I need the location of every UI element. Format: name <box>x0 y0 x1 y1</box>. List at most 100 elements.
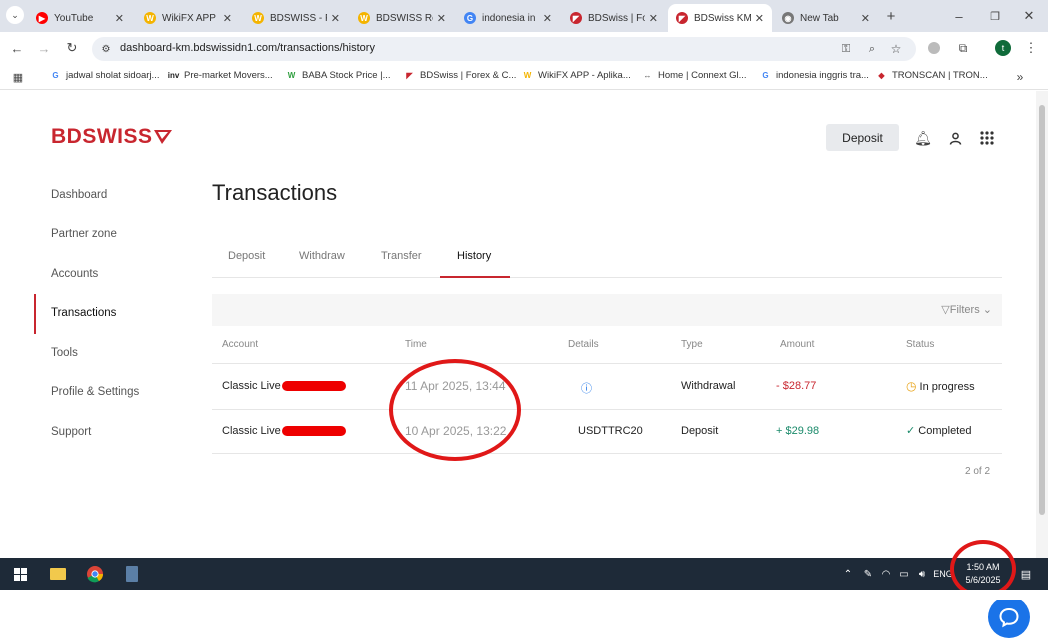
restore-icon[interactable]: ❐ <box>986 7 1004 25</box>
close-tab-icon[interactable]: ✕ <box>755 12 764 25</box>
browser-tab[interactable]: ◤ BDSwiss KM ✕ <box>668 4 772 32</box>
forward-icon[interactable]: → <box>35 39 53 57</box>
nav-tools[interactable]: Tools <box>51 347 78 359</box>
pen-icon[interactable]: ✎ <box>858 564 878 584</box>
new-tab-icon[interactable]: + <box>882 7 900 25</box>
wifi-icon[interactable]: ◠ <box>876 564 896 584</box>
password-key-icon[interactable]: ⚿ <box>838 41 854 57</box>
nav-accounts[interactable]: Accounts <box>51 268 98 280</box>
user-profile-icon[interactable] <box>946 129 964 147</box>
browser-tab[interactable]: ◉ New Tab ✕ <box>774 4 878 32</box>
nav-support[interactable]: Support <box>51 426 91 438</box>
check-icon: ✓ <box>906 425 916 437</box>
browser-tab[interactable]: ▶ YouTube ✕ <box>28 4 132 32</box>
bookmark-label: Pre-market Movers... <box>184 70 273 81</box>
battery-icon[interactable]: ▭ <box>894 564 914 584</box>
windows-start-icon[interactable] <box>10 564 30 584</box>
nav-transactions[interactable]: Transactions <box>51 307 116 319</box>
tab-deposit[interactable]: Deposit <box>228 250 265 262</box>
bookmark-label: BABA Stock Price |... <box>302 70 391 81</box>
bdswiss-logo[interactable]: BDSWISS <box>51 125 172 149</box>
browser-tab-strip: ⌄ ▶ YouTube ✕ W WikiFX APP ✕ W BDSWISS - P ✕ W BDS… <box>0 0 1048 32</box>
nav-profile-settings[interactable]: Profile & Settings <box>51 386 139 398</box>
browser-tab[interactable]: W BDSWISS - P ✕ <box>244 4 348 32</box>
reload-icon[interactable]: ↻ <box>63 39 81 57</box>
tab-search-icon[interactable]: ⌄ <box>6 6 24 24</box>
omnibox[interactable]: ⚙ dashboard-km.bdswissidn1.com/transacti… <box>92 37 916 61</box>
close-tab-icon[interactable]: ✕ <box>115 12 124 25</box>
close-tab-icon[interactable]: ✕ <box>223 12 232 25</box>
bookmark-favicon-icon: inv <box>167 71 180 80</box>
close-tab-icon[interactable]: ✕ <box>331 12 340 25</box>
info-icon[interactable]: ⓘ <box>581 380 592 396</box>
browser-tab[interactable]: W WikiFX APP ✕ <box>136 4 240 32</box>
close-window-icon[interactable]: ✕ <box>1020 7 1038 25</box>
bookmark-item[interactable]: W WikiFX APP - Aplika... <box>522 70 631 81</box>
filters-button[interactable]: ▽Filters ⌄ <box>941 303 992 316</box>
row-details: USDTTRC20 <box>578 425 643 437</box>
tab-favicon-icon: ▶ <box>36 12 48 24</box>
bookmark-item[interactable]: ↔ Home | Connext Gl... <box>642 70 747 81</box>
tab-favicon-icon: ◤ <box>676 12 688 24</box>
volume-icon[interactable]: 🔊︎ <box>912 564 932 584</box>
browser-tab[interactable]: ◤ BDSwiss | Fo ✕ <box>562 4 666 32</box>
back-icon[interactable]: ← <box>8 39 26 57</box>
tab-history[interactable]: History <box>457 250 491 262</box>
close-tab-icon[interactable]: ✕ <box>861 12 870 25</box>
browser-menu-icon[interactable]: ⋮ <box>1024 39 1038 57</box>
nav-dashboard[interactable]: Dashboard <box>51 189 107 201</box>
bookmark-favicon-icon: G <box>52 71 59 80</box>
calculator-icon[interactable] <box>122 564 142 584</box>
redaction-mark <box>282 426 346 436</box>
bookmark-label: TRONSCAN | TRON... <box>892 70 988 81</box>
profile-avatar[interactable]: t <box>995 40 1011 56</box>
notification-bell-icon[interactable]: 🔔︎ <box>914 129 932 147</box>
bookmark-item[interactable]: ◤ BDSwiss | Forex & C... <box>404 70 516 81</box>
site-info-icon[interactable]: ⚙ <box>98 41 114 57</box>
zoom-icon[interactable]: ⌕ <box>864 41 880 57</box>
page-title: Transactions <box>212 180 338 205</box>
file-explorer-icon[interactable] <box>48 564 68 584</box>
close-tab-icon[interactable]: ✕ <box>649 12 658 25</box>
chevron-up-icon[interactable]: ⌃ <box>838 564 858 584</box>
column-header-time: Time <box>405 339 427 350</box>
row-type: Deposit <box>681 425 719 437</box>
more-bookmarks-icon[interactable]: » <box>1012 69 1028 85</box>
bookmark-item[interactable]: Gjadwal sholat sidoarj... <box>50 70 159 81</box>
tab-favicon-icon: W <box>252 12 264 24</box>
bookmark-label: Home | Connext Gl... <box>658 70 747 81</box>
url-text[interactable]: dashboard-km.bdswissidn1.com/transaction… <box>120 42 375 54</box>
bookmark-item[interactable]: W BABA Stock Price |... <box>286 70 391 81</box>
apps-menu-icon[interactable] <box>978 129 996 147</box>
close-tab-icon[interactable]: ✕ <box>543 12 552 25</box>
extensions-puzzle-icon[interactable]: ⧉ <box>954 39 972 57</box>
column-header-amount: Amount <box>780 339 815 350</box>
chrome-icon[interactable] <box>85 564 105 584</box>
close-tab-icon[interactable]: ✕ <box>437 12 446 25</box>
row-divider <box>212 453 1002 454</box>
tab-title: BDSwiss KM <box>694 12 751 24</box>
extension-status-icon[interactable] <box>926 40 942 56</box>
row-divider <box>212 409 1002 410</box>
nav-active-indicator <box>34 294 36 334</box>
bookmark-item[interactable]: inv Pre-market Movers... <box>168 70 273 81</box>
tab-title: indonesia in <box>482 12 536 24</box>
scrollbar-thumb[interactable] <box>1039 105 1045 515</box>
tab-favicon-icon: ◤ <box>570 12 582 24</box>
tab-transfer[interactable]: Transfer <box>381 250 422 262</box>
apps-grid-icon[interactable]: ▦ <box>10 69 26 85</box>
chat-bubble-icon[interactable] <box>988 596 1030 638</box>
bookmark-item[interactable]: ◆ TRONSCAN | TRON... <box>876 70 988 81</box>
column-header-status: Status <box>906 339 935 350</box>
deposit-button[interactable]: Deposit <box>826 124 899 151</box>
browser-tab[interactable]: W BDSWISS Re ✕ <box>350 4 454 32</box>
page-scrollbar[interactable] <box>1036 91 1048 558</box>
browser-tab[interactable]: Gindonesia in ✕ <box>456 4 560 32</box>
bookmark-item[interactable]: Gindonesia inggris tra... <box>760 70 869 81</box>
tab-favicon-icon: W <box>144 12 156 24</box>
bookmark-star-icon[interactable]: ☆ <box>888 41 904 57</box>
nav-partner-zone[interactable]: Partner zone <box>51 228 117 240</box>
minimize-icon[interactable]: – <box>950 7 968 25</box>
tab-withdraw[interactable]: Withdraw <box>299 250 345 262</box>
notifications-icon[interactable]: ▤ <box>1016 564 1036 584</box>
